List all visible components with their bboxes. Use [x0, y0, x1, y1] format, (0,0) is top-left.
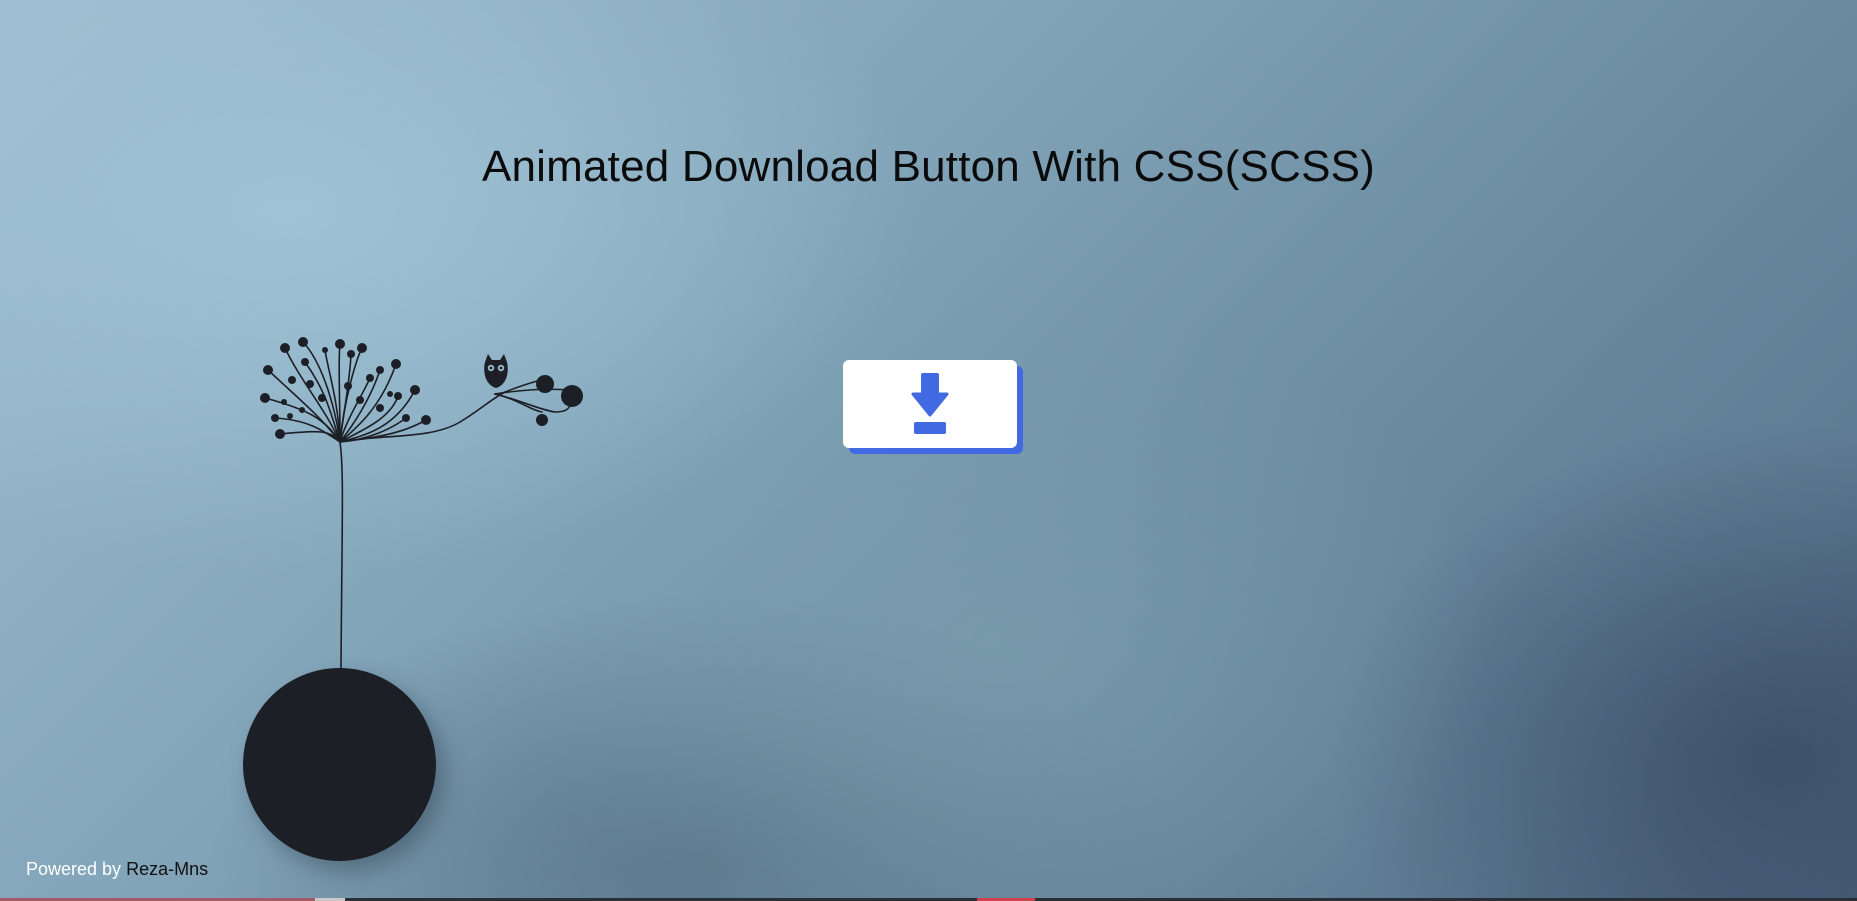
page-title: Animated Download Button With CSS(SCSS) [481, 142, 1376, 191]
planet-circle [243, 668, 436, 861]
footer-credit: Powered by Reza-Mns [26, 859, 208, 880]
download-button[interactable] [843, 360, 1017, 448]
download-button-wrapper [843, 360, 1023, 454]
author-link[interactable]: Reza-Mns [126, 859, 208, 879]
footer-prefix: Powered by [26, 859, 122, 879]
tree-with-owl-icon [230, 320, 600, 685]
